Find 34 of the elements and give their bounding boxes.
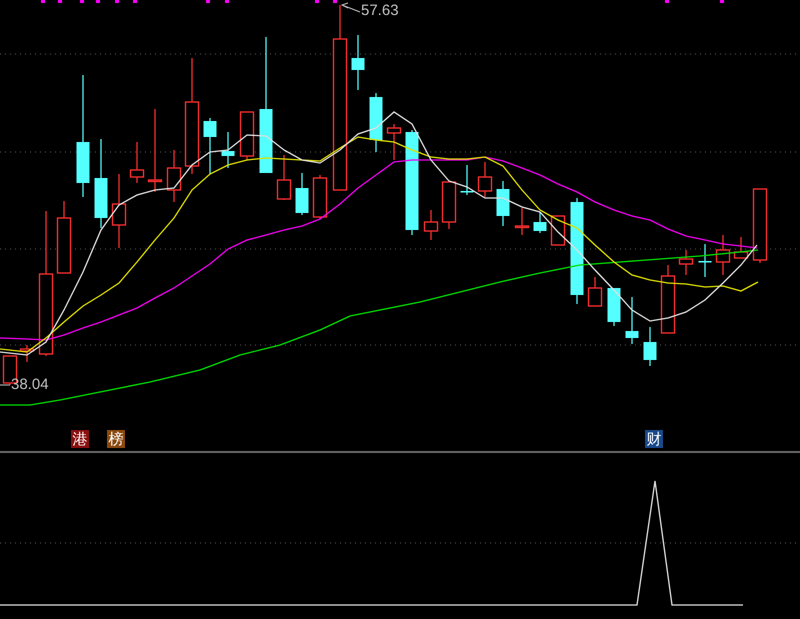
candlestick — [424, 210, 438, 240]
candlestick — [496, 181, 510, 226]
candlestick — [460, 165, 474, 195]
candlestick — [166, 150, 182, 202]
price-label: 57.63 — [361, 2, 399, 20]
candlestick — [296, 173, 308, 215]
candlestick — [240, 111, 254, 160]
candlestick — [514, 208, 530, 235]
candlestick — [222, 132, 234, 168]
candlestick — [386, 124, 402, 160]
price-label: 38.04 — [11, 376, 49, 394]
candlestick — [352, 35, 364, 90]
candlestick — [478, 162, 492, 197]
candlestick — [442, 181, 456, 229]
candlestick — [608, 288, 620, 326]
event-tag[interactable]: 榜 — [107, 430, 125, 448]
candlestick — [370, 93, 382, 152]
candlestick — [20, 345, 34, 362]
event-tag[interactable]: 港 — [71, 430, 89, 448]
candlestick — [312, 175, 328, 219]
candlestick — [130, 142, 144, 183]
candlestick — [204, 118, 216, 174]
event-tag[interactable]: 财 — [645, 430, 663, 448]
candlestick — [734, 237, 748, 259]
candlestick — [534, 212, 546, 233]
candlestick — [698, 244, 712, 277]
candlestick — [276, 155, 292, 200]
candlestick — [588, 277, 602, 307]
candlestick — [644, 327, 656, 366]
candlestick — [716, 235, 730, 275]
candlestick — [678, 250, 694, 275]
candlestick — [660, 265, 676, 334]
candlestick — [550, 215, 566, 246]
candlestick — [626, 297, 638, 344]
